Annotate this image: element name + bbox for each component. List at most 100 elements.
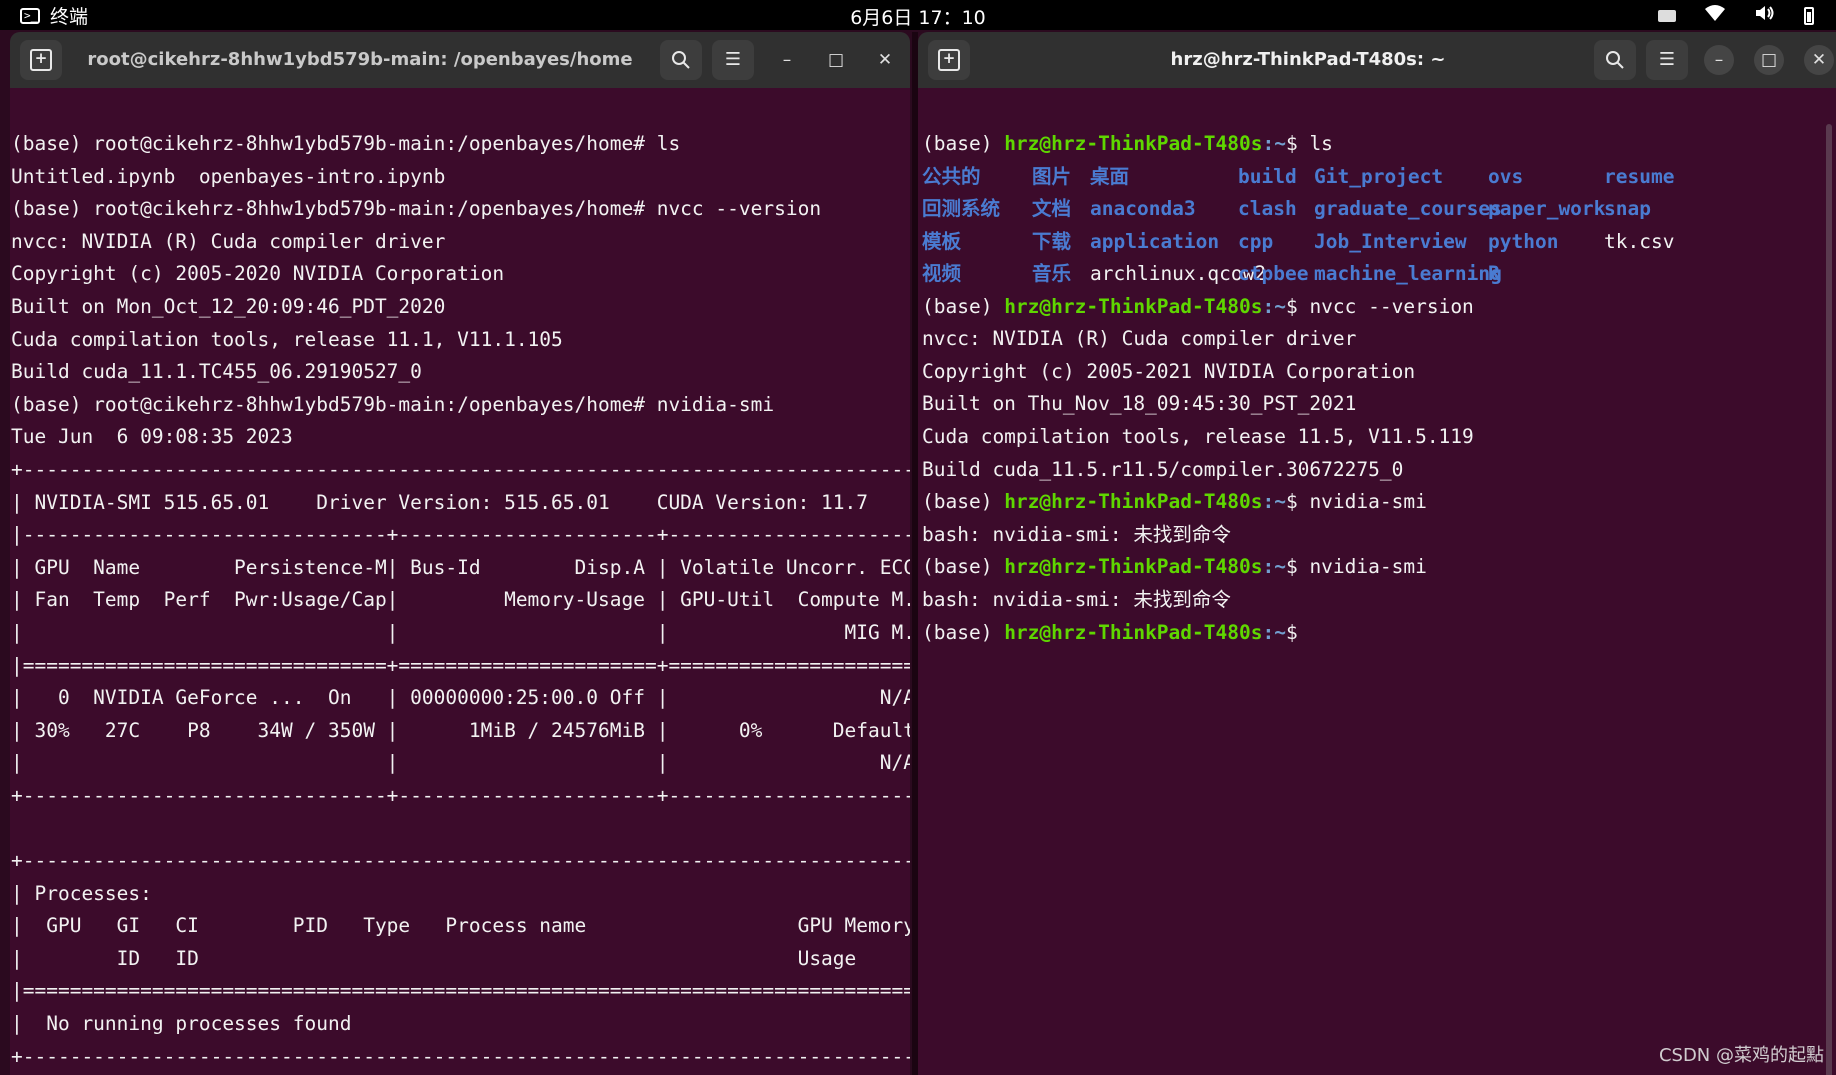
search-button[interactable] [1594, 40, 1636, 80]
prompt-user: hrz@hrz-ThinkPad-T480s [1004, 132, 1263, 155]
battery-icon [1804, 6, 1814, 25]
ls-dir-entry: 图片 [1032, 164, 1072, 188]
terminal-line: Copyright (c) 2005-2021 NVIDIA Corporati… [922, 359, 1416, 383]
prompt-env: (base) [922, 555, 1005, 579]
headerbar[interactable]: root@cikehrz-8hhw1ybd579b-main: /openbay… [10, 32, 910, 88]
prompt-symbol: $ [1285, 555, 1310, 579]
ls-dir-entry: 模板 [922, 229, 962, 253]
prompt-user: hrz@hrz-ThinkPad-T480s [1004, 620, 1263, 644]
ls-output: 公共的 图片 桌面 build Git_project ovs resume 回测系统 文档 an… [918, 161, 1836, 291]
terminal-line: Build cuda_11.1.TC455_06.29190527_0 [11, 360, 422, 384]
ls-dir-entry: 文档 [1032, 197, 1072, 221]
prompt-env: (base) [922, 490, 1005, 514]
prompt-cwd: :~ [1262, 555, 1286, 579]
terminal-line: nvcc: NVIDIA (R) Cuda compiler driver [922, 327, 1357, 351]
menu-button[interactable]: ☰ [1646, 40, 1688, 80]
text-cursor [1309, 618, 1321, 648]
command-text: ls [1309, 132, 1333, 155]
terminal-prompt-line[interactable]: (base) hrz@hrz-ThinkPad-T480s:~$ [918, 617, 1836, 650]
terminal-line: | GPU Name Persistence-M| Bus-Id Disp.A … [11, 555, 910, 579]
clock[interactable]: 6月6日 17：10 [0, 3, 1836, 30]
ls-dir-entry: 视频 [922, 262, 962, 286]
terminal-line: +---------------------------------------… [11, 457, 910, 481]
ls-dir-entry: snap [1604, 197, 1651, 221]
terminal-line: | Processes: | [11, 881, 910, 905]
ls-dir-entry: 音乐 [1032, 262, 1072, 286]
terminal-window-left[interactable]: root@cikehrz-8hhw1ybd579b-main: /openbay… [10, 32, 910, 1075]
minimize-button[interactable]: – [1704, 45, 1734, 75]
ls-dir-entry: ctpbee [1238, 262, 1309, 286]
terminal-prompt-line: (base) hrz@hrz-ThinkPad-T480s:~$ nvcc --… [918, 291, 1836, 324]
terminal-line: Copyright (c) 2005-2020 NVIDIA Corporati… [11, 262, 505, 286]
ls-dir-entry: clash [1238, 197, 1297, 221]
terminal-line: Tue Jun 6 09:08:35 2023 [11, 425, 293, 449]
command-text: nvcc --version [1309, 294, 1474, 318]
ls-dir-entry: R [1488, 262, 1500, 286]
terminal-line: | | | MIG M. | [11, 620, 910, 644]
new-tab-button[interactable] [928, 40, 970, 80]
prompt-symbol: $ [1285, 132, 1310, 155]
headerbar[interactable]: hrz@hrz-ThinkPad-T480s: ~ ☰ – □ ✕ [918, 32, 1836, 88]
ls-dir-entry: 桌面 [1090, 164, 1130, 188]
terminal-line: | GPU GI CI PID Type Process name GPU Me… [11, 914, 910, 938]
terminal-line: | 30% 27C P8 34W / 350W | 1MiB / 24576Mi… [11, 718, 910, 742]
terminal-line: | ID ID Usage | [11, 946, 910, 970]
keyboard-icon [1658, 9, 1676, 22]
close-button[interactable]: ✕ [870, 45, 900, 75]
prompt-user: hrz@hrz-ThinkPad-T480s [1004, 555, 1263, 579]
terminal-line: (base) root@cikehrz-8hhw1ybd579b-main:/o… [11, 392, 775, 416]
terminal-line: | | | N/A | [11, 751, 910, 775]
prompt-symbol: $ [1285, 490, 1310, 514]
terminal-line: bash: nvidia-smi: 未找到命令 [922, 522, 1231, 546]
search-icon [1606, 51, 1624, 69]
new-tab-button[interactable] [20, 40, 62, 80]
terminal-line: nvcc: NVIDIA (R) Cuda compiler driver [11, 229, 446, 253]
prompt-cwd: :~ [1262, 294, 1286, 318]
terminal-line: (base) root@cikehrz-8hhw1ybd579b-main:/o… [11, 132, 681, 155]
prompt-symbol: $ [1285, 294, 1310, 318]
menu-button[interactable]: ☰ [712, 40, 754, 80]
minimize-button[interactable]: – [772, 45, 802, 75]
hamburger-icon: ☰ [1658, 49, 1676, 70]
ls-dir-entry: graduate_courses [1314, 197, 1502, 221]
maximize-button[interactable]: □ [821, 45, 851, 75]
terminal-window-right[interactable]: hrz@hrz-ThinkPad-T480s: ~ ☰ – □ ✕ (base)… [918, 32, 1836, 1075]
search-icon [672, 51, 690, 69]
terminal-line: +-------------------------------+-------… [11, 783, 910, 807]
scrollbar[interactable] [1826, 124, 1832, 1075]
prompt-env: (base) [922, 132, 1005, 155]
terminal-line: Built on Thu_Nov_18_09:45:30_PST_2021 [922, 392, 1357, 416]
watermark: CSDN @菜鸡的起點 [1658, 1045, 1824, 1066]
close-button[interactable]: ✕ [1804, 45, 1834, 75]
terminal-line: | Fan Temp Perf Pwr:Usage/Cap| Memory-Us… [11, 588, 910, 612]
search-button[interactable] [660, 40, 702, 80]
system-tray[interactable] [1658, 4, 1814, 27]
terminal-prompt-line: (base) hrz@hrz-ThinkPad-T480s:~$ ls [918, 128, 1836, 161]
ls-dir-entry: 下载 [1032, 229, 1072, 253]
window-title: hrz@hrz-ThinkPad-T480s: ~ [1170, 49, 1446, 70]
terminal-output[interactable]: (base) hrz@hrz-ThinkPad-T480s:~$ ls 公共的 图片… [918, 88, 1836, 1075]
terminal-line: bash: nvidia-smi: 未找到命令 [922, 587, 1231, 611]
ls-dir-entry: application [1090, 229, 1220, 253]
volume-icon [1754, 4, 1776, 27]
wifi-icon [1704, 4, 1726, 27]
terminal-line: | No running processes found | [11, 1012, 910, 1036]
ls-dir-entry: ovs [1488, 164, 1524, 188]
prompt-user: hrz@hrz-ThinkPad-T480s [1004, 294, 1263, 318]
ls-dir-entry: python [1488, 229, 1559, 253]
command-text: nvidia-smi [1309, 490, 1427, 514]
terminal-line: Untitled.ipynb openbayes-intro.ipynb [11, 164, 446, 188]
prompt-cwd: :~ [1262, 132, 1286, 155]
ls-file-entry: tk.csv [1604, 229, 1675, 253]
ls-dir-entry: machine_learning [1314, 262, 1502, 286]
terminal-prompt-line: (base) hrz@hrz-ThinkPad-T480s:~$ nvidia-… [918, 486, 1836, 519]
terminal-line: Build cuda_11.5.r11.5/compiler.30672275_… [922, 457, 1404, 481]
maximize-button[interactable]: □ [1754, 45, 1784, 75]
terminal-line: Cuda compilation tools, release 11.5, V1… [922, 424, 1474, 448]
ls-dir-entry: Job_Interview [1314, 229, 1467, 253]
terminal-output[interactable]: (base) root@cikehrz-8hhw1ybd579b-main:/o… [10, 88, 910, 1075]
prompt-user: hrz@hrz-ThinkPad-T480s [1004, 490, 1263, 514]
hamburger-icon: ☰ [724, 49, 742, 70]
top-bar: >_ 终端 6月6日 17：10 [0, 0, 1836, 30]
